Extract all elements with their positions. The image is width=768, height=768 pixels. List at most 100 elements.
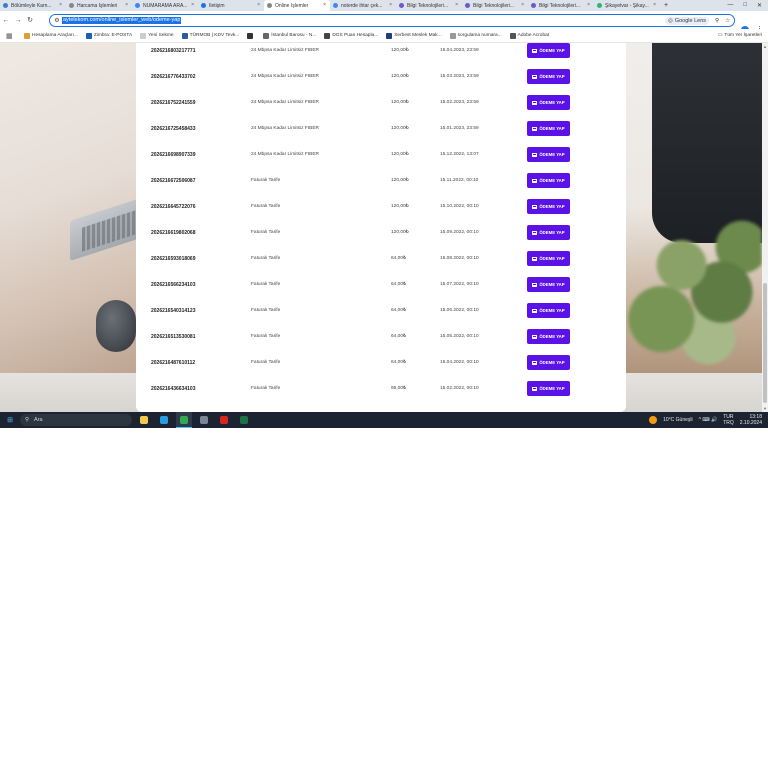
pay-button[interactable]: ÖDEME YAP (527, 251, 570, 266)
forward-button[interactable]: → (12, 17, 24, 24)
system-tray: 10°C Güneşli ^ ⌨ 🔊 TUR TRQ 13:18 2.10.20… (649, 414, 768, 426)
payment-row: 2026216540314123 Faturalı Tarife 64,00₺ 15.… (136, 303, 626, 329)
reload-button[interactable]: ↻ (24, 16, 36, 24)
bookmark-favicon-icon (509, 32, 516, 39)
weather-sun-icon[interactable] (649, 416, 658, 424)
bookmark-favicon-icon (263, 32, 270, 39)
tab-favicon-icon (201, 3, 206, 8)
pay-button[interactable]: ÖDEME YAP (527, 121, 570, 136)
invoice-amount: 120,00₺ (391, 74, 409, 79)
credit-card-icon (532, 360, 538, 365)
pay-button[interactable]: ÖDEME YAP (527, 95, 570, 110)
tab-title: Online İşlemler (275, 2, 309, 9)
excel-icon[interactable] (236, 412, 252, 428)
start-button-icon[interactable]: ⊞ (0, 416, 20, 424)
close-icon[interactable]: × (323, 2, 326, 8)
pay-button[interactable]: ÖDEME YAP (527, 43, 570, 58)
address-bar[interactable]: ⚙ aytelekom.com/online_islemler_web/odem… (49, 14, 735, 27)
close-icon[interactable]: × (587, 2, 590, 8)
site-info-icon[interactable]: ⚙ (52, 17, 62, 24)
clock[interactable]: 13:18 2.10.2024 (740, 414, 762, 426)
bookmark-label: DGS Puan Hesapla... (332, 33, 379, 38)
apps-icon[interactable]: ▦ (6, 32, 16, 40)
pay-button[interactable]: ÖDEME YAP (527, 355, 570, 370)
pay-button[interactable]: ÖDEME YAP (527, 173, 570, 188)
tariff-name: Faturalı Tarife (251, 282, 281, 287)
tray-icons[interactable]: ^ ⌨ 🔊 (699, 417, 718, 423)
all-bookmarks-button[interactable]: ▭ Tüm Yer İşaretleri (718, 33, 762, 38)
page-scrollbar[interactable]: ▲ ▼ (762, 43, 768, 412)
close-window-icon[interactable]: ✕ (757, 2, 762, 9)
acrobat-icon[interactable] (216, 412, 232, 428)
bookmark-item[interactable]: Zimbra: E-POSTA (85, 32, 132, 39)
tariff-name: 24 Mbpsa Kadar Limitsiz FIBER (251, 48, 319, 53)
search-icon[interactable]: ⚲ (715, 18, 719, 24)
scrollbar-thumb[interactable] (763, 283, 767, 403)
pay-button[interactable]: ÖDEME YAP (527, 277, 570, 292)
browser-tab[interactable]: Bilgi Teknolojileri... × (528, 0, 594, 11)
bookmark-item[interactable]: sorgulama numara... (449, 32, 502, 39)
due-date: 15.03.2023, 23:59 (440, 74, 479, 79)
pay-button[interactable]: ÖDEME YAP (527, 303, 570, 318)
close-icon[interactable]: × (455, 2, 458, 8)
bookmark-favicon-icon (140, 32, 147, 39)
bookmark-item[interactable]: Hesaplama Araçları... (24, 32, 78, 39)
browser-tab[interactable]: Harcama İşlemleri × (66, 0, 132, 11)
credit-card-icon (532, 74, 538, 79)
google-lens-button[interactable]: ◎ Google Lens (665, 16, 710, 25)
pay-button[interactable]: ÖDEME YAP (527, 199, 570, 214)
browser-tab[interactable]: Şikayetvar - Şikay... × (594, 0, 660, 11)
browser-tab[interactable]: Bölümleyle Karn... × (0, 0, 66, 11)
browser-tab[interactable]: Bilgi Teknolojileri... × (396, 0, 462, 11)
close-icon[interactable]: × (125, 2, 128, 8)
file-explorer-icon[interactable] (136, 412, 152, 428)
pay-button[interactable]: ÖDEME YAP (527, 69, 570, 84)
bookmark-item[interactable] (247, 32, 255, 39)
bookmark-item[interactable]: Adobe Acrobat (509, 32, 549, 39)
chrome-icon[interactable] (176, 412, 192, 428)
pay-button[interactable]: ÖDEME YAP (527, 381, 570, 396)
close-icon[interactable]: × (389, 2, 392, 8)
browser-tab[interactable]: noterde ihtar çek... × (330, 0, 396, 11)
close-icon[interactable]: × (59, 2, 62, 8)
url-text[interactable]: aytelekom.com/online_islemler_web/odeme-… (62, 17, 182, 24)
close-icon[interactable]: × (191, 2, 194, 8)
pay-button[interactable]: ÖDEME YAP (527, 329, 570, 344)
browser-tab-active[interactable]: Online İşlemler × (264, 0, 330, 11)
back-button[interactable]: ← (0, 17, 12, 24)
edge-icon[interactable] (156, 412, 172, 428)
language-indicator[interactable]: TUR TRQ (723, 414, 734, 426)
pay-button-label: ÖDEME YAP (539, 152, 565, 157)
bookmark-item[interactable]: Serbest Meslek Mak... (386, 32, 442, 39)
tab-favicon-icon (135, 3, 140, 8)
close-icon[interactable]: × (257, 2, 260, 8)
pay-button[interactable]: ÖDEME YAP (527, 225, 570, 240)
close-icon[interactable]: × (653, 2, 656, 8)
tab-favicon-icon (267, 3, 272, 8)
close-icon[interactable]: × (521, 2, 524, 8)
minimize-icon[interactable]: — (727, 2, 733, 9)
invoice-amount: 64,00₺ (391, 334, 407, 339)
browser-tab[interactable]: İletişim × (198, 0, 264, 11)
app-tile (160, 416, 168, 424)
browser-tab[interactable]: NUMARAMA ARA... × (132, 0, 198, 11)
pay-button[interactable]: ÖDEME YAP (527, 147, 570, 162)
window-controls: — □ ✕ (727, 2, 768, 9)
weather-text[interactable]: 10°C Güneşli (663, 417, 693, 423)
browser-tab[interactable]: Bilgi Teknolojileri... × (462, 0, 528, 11)
bookmark-item[interactable]: DGS Puan Hesapla... (324, 32, 379, 39)
bookmark-item[interactable]: Yeni Sekme (140, 32, 174, 39)
star-icon[interactable]: ☆ (725, 18, 730, 24)
due-date: 15.02.2023, 23:59 (440, 100, 479, 105)
pay-button-label: ÖDEME YAP (539, 126, 565, 131)
invoice-amount: 120,00₺ (391, 204, 409, 209)
bookmark-item[interactable]: TÜRMOB | KDV Tevk... (181, 32, 239, 39)
new-tab-button[interactable]: + (660, 2, 672, 9)
bookmark-item[interactable]: İstanbul Barosu - N... (263, 32, 316, 39)
taskbar-search[interactable]: ⚲ Ara (20, 414, 132, 426)
clock-date: 2.10.2024 (739, 420, 762, 426)
calculator-icon[interactable] (196, 412, 212, 428)
scroll-down-icon[interactable]: ▼ (763, 406, 767, 411)
maximize-icon[interactable]: □ (743, 2, 747, 9)
scroll-up-icon[interactable]: ▲ (763, 44, 767, 49)
